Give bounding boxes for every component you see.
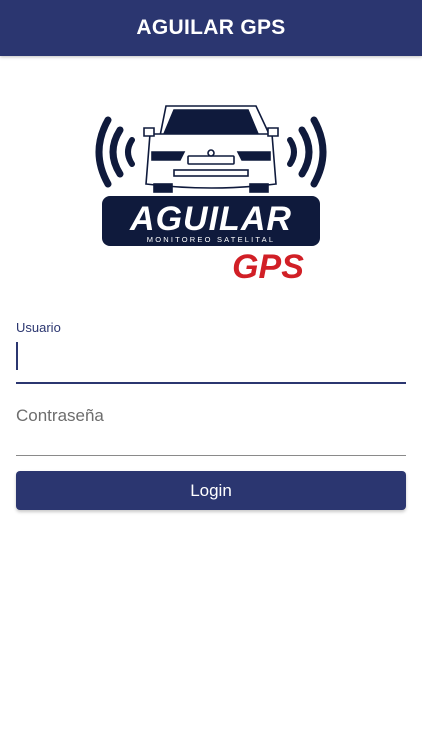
brand-text: AGUILAR	[129, 200, 292, 238]
login-button[interactable]: Login	[16, 471, 406, 510]
password-placeholder: Contraseña	[16, 406, 104, 425]
password-field[interactable]: Contraseña	[16, 400, 406, 456]
signal-waves-right-icon	[287, 116, 327, 188]
login-button-label: Login	[190, 480, 232, 500]
password-underline	[16, 455, 406, 456]
aguilar-gps-logo: AGUILAR MONITOREO SATELITAL GPS	[95, 105, 327, 286]
signal-waves-left-icon	[95, 116, 135, 188]
app-title: AGUILAR GPS	[136, 16, 286, 39]
username-underline	[16, 382, 406, 384]
text-cursor	[16, 342, 18, 370]
car-icon	[143, 105, 279, 193]
username-field[interactable]: Usuario	[16, 318, 406, 384]
tagline-text: MONITOREO SATELITAL	[147, 235, 275, 244]
username-label: Usuario	[16, 320, 61, 335]
app-bar: AGUILAR GPS	[0, 0, 422, 56]
gps-text: GPS	[232, 248, 304, 286]
